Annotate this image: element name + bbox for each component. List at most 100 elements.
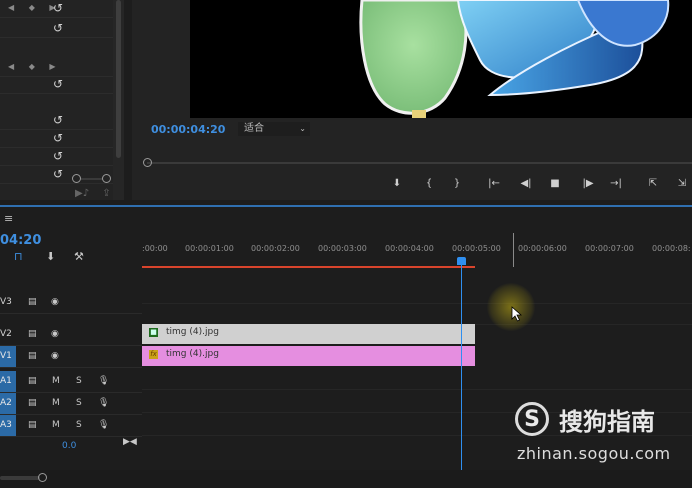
keyframe-nav[interactable]: ◀ ◆ ▶ (8, 62, 62, 71)
effect-property-row: ◀ ◆ ▶ ↺ (0, 0, 113, 18)
export-frame-icon[interactable]: ⇪ (102, 188, 110, 199)
sogou-watermark: S 搜狗指南 zhinan.sogou.com (515, 400, 692, 470)
microphone-icon[interactable]: 🎙 (98, 415, 109, 436)
clip-v2[interactable]: ■ timg (4).jpg (142, 324, 475, 344)
microphone-icon[interactable]: 🎙 (98, 371, 109, 392)
watermark-name: 搜狗指南 (559, 408, 655, 436)
reset-icon[interactable]: ↺ (53, 132, 63, 144)
sync-lock-icon[interactable]: ▤ (28, 292, 37, 313)
add-marker-icon[interactable]: ⬇ (46, 250, 55, 263)
add-marker-icon[interactable]: ⬇ (389, 178, 405, 190)
track-lane-v3-lower[interactable] (142, 303, 692, 325)
mute-button[interactable]: M (52, 371, 60, 392)
go-to-in-icon[interactable]: |← (486, 178, 502, 190)
zoom-handle-right[interactable] (102, 174, 111, 183)
fit-dropdown-label: 适合 (244, 123, 264, 134)
mark-out-icon[interactable]: } (449, 178, 465, 190)
watermark-url: zhinan.sogou.com (517, 444, 671, 463)
mute-button[interactable]: M (52, 415, 60, 436)
ruler-tick-label: 00:00:06:00 (518, 244, 567, 253)
ruler-tick-label: :00:00 (142, 244, 168, 253)
track-label[interactable]: A3 (0, 415, 16, 436)
effect-controls-footer-icons: ▶♪ ⇪ (75, 188, 111, 199)
program-scrub-bar[interactable] (147, 162, 692, 164)
video-preview-image (359, 0, 670, 118)
effect-property-row: ↺ (0, 20, 113, 38)
step-back-icon[interactable]: ◀| (518, 178, 534, 190)
track-header-v1: V1 ▤ ◉ (0, 346, 142, 368)
ruler-tick-label: 00:00:07:00 (585, 244, 634, 253)
program-timecode[interactable]: 00:00:04:20 (151, 123, 225, 136)
reset-icon[interactable]: ↺ (53, 114, 63, 126)
chevron-down-icon: ⌄ (299, 124, 306, 133)
solo-button[interactable]: S (76, 393, 82, 414)
effect-controls-zoom-bar[interactable] (72, 174, 116, 184)
go-to-out-icon[interactable]: →| (608, 178, 624, 190)
track-label[interactable]: A1 (0, 371, 16, 392)
clip-name: timg (4).jpg (166, 349, 219, 359)
track-label[interactable]: V1 (0, 346, 16, 367)
sogou-logo: S (515, 402, 549, 436)
scrollbar-thumb[interactable] (116, 0, 121, 158)
ruler-tick-label: 00:00:05:00 (452, 244, 501, 253)
step-forward-icon[interactable]: |▶ (580, 178, 596, 190)
microphone-icon[interactable]: 🎙 (98, 393, 109, 414)
extract-icon[interactable]: ⇲ (674, 178, 690, 190)
stop-icon[interactable]: ■ (547, 178, 563, 190)
time-ruler[interactable]: :00:00 00:00:01:00 00:00:02:00 00:00:03:… (142, 236, 692, 266)
track-header-a3: A3 ▤ M S 🎙 (0, 415, 142, 437)
sync-lock-icon[interactable]: ▤ (28, 324, 37, 345)
track-header-v2: V2 ▤ ◉ (0, 324, 142, 346)
wrench-icon[interactable]: ⚒ (74, 250, 84, 263)
eye-icon[interactable]: ◉ (51, 292, 59, 313)
snap-icon[interactable]: ⊓ (14, 250, 23, 263)
ruler-tick-label: 00:00:04:00 (385, 244, 434, 253)
effect-controls-panel: ◀ ◆ ▶ ↺ ↺ ◀ ◆ ▶ ↺ ↺ ↺ ↺ ↺ (0, 0, 124, 200)
sequence-timecode[interactable]: 04:20 (0, 233, 41, 248)
timeline-horizontal-scrollbar[interactable] (0, 470, 692, 488)
fit-zoom-dropdown[interactable]: 适合 ⌄ (238, 122, 310, 136)
reset-icon[interactable]: ↺ (53, 150, 63, 162)
mute-button[interactable]: M (52, 393, 60, 414)
track-label[interactable]: V2 (0, 324, 16, 345)
effect-property-row: ◀ ◆ ▶ (0, 59, 113, 77)
sequence-end-marker (513, 233, 514, 267)
clip-name: timg (4).jpg (166, 327, 219, 337)
effect-property-row: ↺ (0, 130, 113, 148)
bowtie-icon[interactable]: ▶◀ (123, 437, 137, 447)
master-volume-value[interactable]: 0.0 (62, 441, 76, 451)
playhead-handle[interactable] (457, 257, 466, 265)
effect-property-row: ↺ (0, 76, 113, 94)
track-label[interactable]: V3 (0, 292, 16, 313)
scrollbar-thumb[interactable] (0, 476, 40, 480)
sync-lock-icon[interactable]: ▤ (28, 371, 37, 392)
eye-icon[interactable]: ◉ (51, 324, 59, 345)
zoom-handle[interactable] (38, 473, 47, 482)
eye-icon[interactable]: ◉ (51, 346, 59, 367)
track-lane-a1[interactable] (142, 368, 692, 390)
solo-button[interactable]: S (76, 371, 82, 392)
clip-v1[interactable]: fx timg (4).jpg (142, 346, 475, 366)
lift-icon[interactable]: ⇱ (645, 178, 661, 190)
mark-in-icon[interactable]: { (421, 178, 437, 190)
reset-icon[interactable]: ↺ (53, 22, 63, 34)
track-label[interactable]: A2 (0, 393, 16, 414)
scrub-zoom-handle[interactable] (143, 158, 152, 167)
effect-property-row: ↺ (0, 112, 113, 130)
track-lane-v3[interactable] (142, 282, 692, 304)
zoom-handle-left[interactable] (72, 174, 81, 183)
zoom-track (81, 178, 103, 180)
solo-button[interactable]: S (76, 415, 82, 436)
ruler-tick-label: 00:00:03:00 (318, 244, 367, 253)
sync-lock-icon[interactable]: ▤ (28, 415, 37, 436)
play-audio-icon[interactable]: ▶♪ (75, 188, 89, 199)
panel-menu-icon[interactable]: ≡ (4, 212, 13, 225)
track-header-a2: A2 ▤ M S 🎙 (0, 393, 142, 415)
reset-icon[interactable]: ↺ (53, 2, 63, 14)
reset-icon[interactable]: ↺ (53, 78, 63, 90)
reset-icon[interactable]: ↺ (53, 168, 63, 180)
effect-controls-scrollbar[interactable] (113, 0, 124, 200)
sync-lock-icon[interactable]: ▤ (28, 393, 37, 414)
mouse-pointer-icon (511, 306, 523, 326)
sync-lock-icon[interactable]: ▤ (28, 346, 37, 367)
